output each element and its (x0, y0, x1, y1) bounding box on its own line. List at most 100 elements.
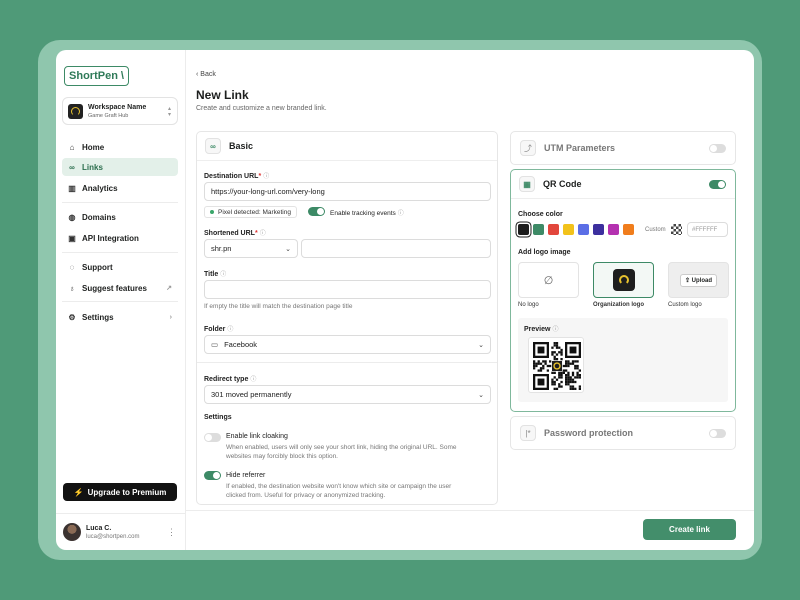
color-swatch[interactable] (608, 224, 619, 235)
domain-select[interactable]: shr.pn ⌄ (204, 239, 298, 258)
redirect-value: 301 moved permanently (211, 390, 292, 399)
qr-code-image (533, 342, 581, 390)
status-dot (210, 210, 214, 214)
workspace-sub: Game Graft Hub (88, 112, 129, 119)
sidebar-item-settings[interactable]: ⚙ Settings › (62, 308, 178, 326)
sidebar: ShortPen \ Workspace Name Game Graft Hub … (56, 50, 186, 550)
sidebar-divider (62, 301, 178, 302)
workspace-name: Workspace Name (88, 103, 147, 111)
password-card: |* Password protection (510, 416, 736, 450)
organization-logo-option[interactable] (593, 262, 654, 298)
sidebar-item-api-integration[interactable]: ▣ API Integration (62, 229, 178, 247)
referrer-toggle[interactable] (204, 471, 221, 480)
lightbulb-icon: ♁ (69, 283, 75, 293)
no-logo-icon: ∅ (543, 274, 554, 287)
referrer-label: Hide referrer (226, 472, 266, 479)
color-swatch[interactable] (593, 224, 604, 235)
card-divider (197, 362, 497, 363)
upgrade-button[interactable]: ⚡ Upgrade to Premium (63, 483, 177, 501)
utm-toggle[interactable] (709, 144, 726, 153)
pixel-text: Pixel detected: Marketing (218, 208, 291, 216)
chevron-down-icon: ⌄ (285, 245, 291, 253)
password-title: Password protection (544, 428, 634, 438)
create-link-button[interactable]: Create link (643, 519, 736, 540)
sidebar-item-links[interactable]: ∞ Links (62, 158, 178, 176)
redirect-select[interactable]: 301 moved permanently ⌄ (204, 385, 491, 404)
transparent-swatch[interactable] (671, 224, 682, 235)
qr-card: ▦ QR Code Choose color Custom #FFFFFF Add… (510, 169, 736, 412)
upgrade-label: Upgrade to Premium (87, 487, 167, 497)
title-help: If empty the title will match the destin… (204, 303, 353, 310)
sidebar-item-analytics[interactable]: ▥ Analytics (62, 179, 178, 197)
color-swatch[interactable] (578, 224, 589, 235)
qr-icon: ▦ (519, 176, 535, 192)
back-link[interactable]: ‹ Back (196, 71, 216, 78)
external-link-icon: ↗ (166, 285, 172, 292)
qr-toggle[interactable] (709, 180, 726, 189)
info-icon: ⓘ (552, 327, 559, 333)
sidebar-item-support[interactable]: ◌ Support (62, 258, 178, 276)
preview-panel: Preview ⓘ (518, 318, 728, 402)
custom-color-input[interactable]: #FFFFFF (687, 222, 728, 237)
chevron-updown-icon: ▴ ▾ (167, 106, 171, 118)
no-logo-option[interactable]: ∅ (518, 262, 579, 298)
workspace-switcher[interactable]: Workspace Name Game Graft Hub ▴ ▾ (62, 97, 178, 125)
upload-label: Upload (691, 277, 713, 284)
color-swatch[interactable] (548, 224, 559, 235)
link-icon: ∞ (205, 138, 221, 154)
sidebar-divider (62, 202, 178, 203)
password-toggle[interactable] (709, 429, 726, 438)
upload-icon: ⇪ (684, 277, 692, 284)
custom-color-value: #FFFFFF (692, 226, 718, 233)
back-label: Back (200, 71, 216, 78)
user-email: luca@shortpen.com (86, 533, 140, 540)
info-icon: ⓘ (227, 327, 234, 333)
sidebar-item-domains[interactable]: ◍ Domains (62, 208, 178, 226)
organization-logo-icon (612, 269, 635, 291)
folder-select[interactable]: ▭ Facebook ⌄ (204, 335, 491, 354)
sidebar-item-label: API Integration (82, 233, 139, 243)
home-icon: ⌂ (69, 142, 75, 152)
more-options-icon[interactable]: ⋮ (167, 527, 176, 538)
page-subtitle: Create and customize a new branded link. (196, 105, 327, 112)
tracking-toggle[interactable] (308, 207, 325, 216)
color-swatch[interactable] (518, 224, 529, 235)
title-label: Title ⓘ (204, 271, 227, 278)
destination-url-input[interactable]: https://your-long-url.com/very-long (204, 182, 491, 201)
page-title: New Link (196, 88, 249, 102)
slug-input[interactable] (301, 239, 491, 258)
info-icon: ⓘ (397, 211, 404, 217)
code-icon: ▣ (68, 233, 76, 243)
qr-preview (528, 337, 584, 393)
bar-chart-icon: ▥ (68, 183, 76, 193)
main-content: ‹ Back New Link Create and customize a n… (186, 50, 754, 550)
user-profile[interactable]: Luca C. luca@shortpen.com ⋮ (56, 513, 186, 550)
link-icon: ∞ (69, 162, 75, 172)
cloaking-toggle[interactable] (204, 433, 221, 442)
pixel-badge: Pixel detected: Marketing (204, 206, 297, 218)
upload-button[interactable]: ⇪ Upload (679, 273, 718, 287)
app-logo[interactable]: ShortPen \ (64, 66, 129, 86)
gear-icon: ⚙ (68, 312, 76, 322)
custom-logo-option[interactable]: ⇪ Upload (668, 262, 729, 298)
chevron-right-icon: › (169, 313, 172, 321)
organization-logo-label: Organization logo (593, 302, 644, 308)
color-swatch[interactable] (533, 224, 544, 235)
utm-card: ⤴ UTM Parameters (510, 131, 736, 165)
title-input[interactable] (204, 280, 491, 299)
referrer-help: If enabled, the destination website won'… (226, 483, 452, 499)
bolt-icon: ⚡ (73, 487, 84, 497)
sidebar-item-label: Settings (82, 312, 114, 322)
color-swatch[interactable] (623, 224, 634, 235)
folder-icon: ▭ (211, 340, 219, 349)
color-swatch[interactable] (563, 224, 574, 235)
cloaking-help: When enabled, users will only see your s… (226, 444, 457, 460)
sidebar-divider (62, 252, 178, 253)
no-logo-label: No logo (518, 302, 539, 308)
sidebar-item-home[interactable]: ⌂ Home (62, 138, 178, 156)
basic-title: Basic (229, 141, 254, 151)
logo-text: ShortPen (69, 70, 118, 82)
sidebar-item-suggest-features[interactable]: ♁ Suggest features ↗ (62, 279, 178, 297)
globe-icon: ◍ (68, 212, 76, 222)
custom-logo-label: Custom logo (668, 302, 702, 308)
